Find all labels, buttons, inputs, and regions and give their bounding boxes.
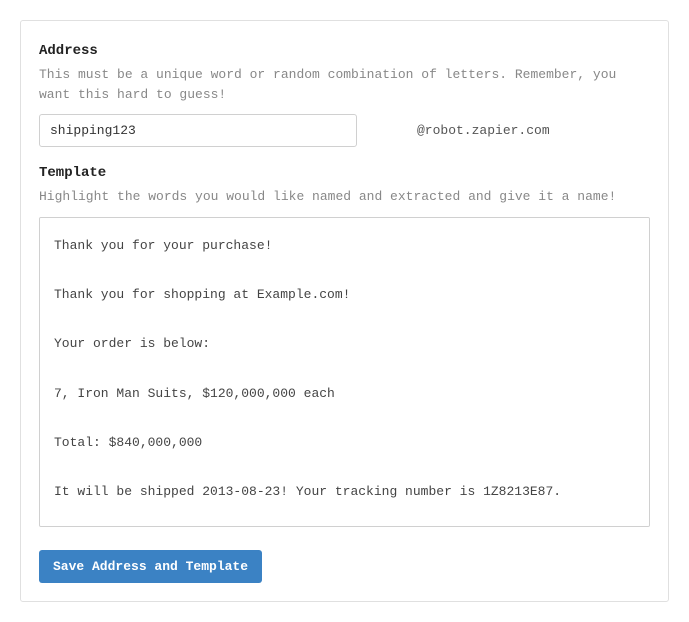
- address-row: @robot.zapier.com: [39, 114, 650, 147]
- template-description: Highlight the words you would like named…: [39, 187, 650, 207]
- template-title: Template: [39, 165, 650, 181]
- address-input[interactable]: [39, 114, 357, 147]
- template-textarea[interactable]: [39, 217, 650, 527]
- address-title: Address: [39, 43, 650, 59]
- config-panel: Address This must be a unique word or ra…: [20, 20, 669, 602]
- address-suffix: @robot.zapier.com: [417, 123, 550, 138]
- address-description: This must be a unique word or random com…: [39, 65, 650, 104]
- save-button[interactable]: Save Address and Template: [39, 550, 262, 583]
